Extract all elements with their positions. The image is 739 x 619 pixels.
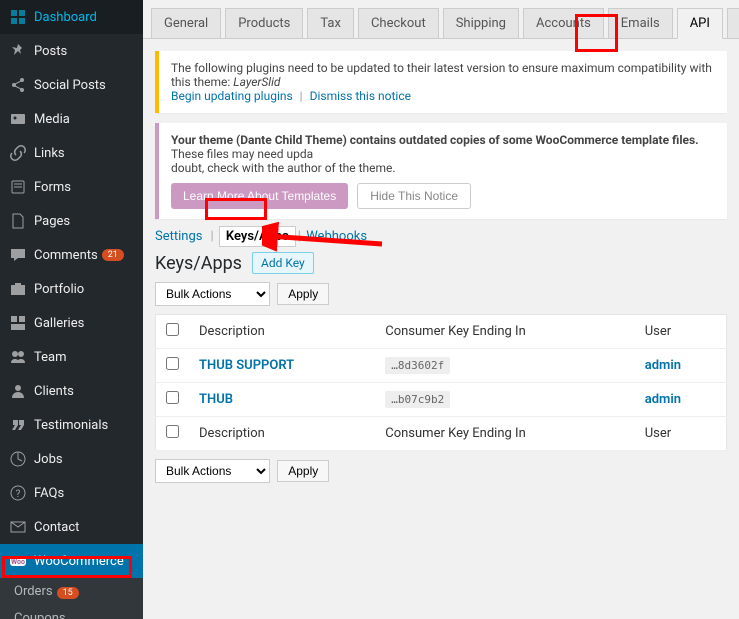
tab-general[interactable]: General [151, 8, 221, 38]
quote-icon [8, 415, 28, 435]
main-content: GeneralProductsTaxCheckoutShippingAccoun… [143, 0, 739, 619]
menu-comments[interactable]: Comments21 [0, 238, 143, 272]
col-description[interactable]: Description [189, 315, 375, 349]
page-icon [8, 211, 28, 231]
jobs-icon [8, 449, 28, 469]
highlight-api-tab [575, 14, 618, 52]
menu-galleries[interactable]: Galleries [0, 306, 143, 340]
tab-shipping[interactable]: Shipping [443, 8, 519, 38]
plugin-update-notice: The following plugins need to be updated… [155, 51, 727, 113]
menu-testimonials[interactable]: Testimonials [0, 408, 143, 442]
tab-tax[interactable]: Tax [307, 8, 354, 38]
menu-media[interactable]: Media [0, 102, 143, 136]
row-checkbox[interactable] [166, 357, 179, 370]
link-icon [8, 143, 28, 163]
menu-links[interactable]: Links [0, 136, 143, 170]
menu-posts[interactable]: Posts [0, 34, 143, 68]
apply-button-bottom[interactable]: Apply [277, 460, 329, 482]
bulk-actions-bottom: Bulk Actions Apply [155, 459, 727, 483]
clients-icon [8, 381, 28, 401]
comment-icon [8, 245, 28, 265]
menu-contact[interactable]: Contact [0, 510, 143, 544]
subtab-webhooks[interactable]: Webhooks [306, 229, 367, 244]
dashboard-icon [8, 7, 28, 27]
portfolio-icon [8, 279, 28, 299]
subtab-settings[interactable]: Settings [155, 229, 202, 244]
pin-icon [8, 41, 28, 61]
consumer-key-ending: …8d3602f [385, 357, 450, 374]
key-description-link[interactable]: THUB SUPPORT [199, 358, 294, 373]
key-description-link[interactable]: THUB [199, 392, 233, 407]
hide-notice-button[interactable]: Hide This Notice [357, 183, 471, 209]
apply-button[interactable]: Apply [277, 283, 329, 305]
menu-clients[interactable]: Clients [0, 374, 143, 408]
highlight-settings [2, 556, 132, 578]
contact-icon [8, 517, 28, 537]
add-key-button[interactable]: Add Key [252, 252, 314, 274]
subtab-keys-apps[interactable]: Keys/Apps [219, 226, 296, 247]
row-checkbox[interactable] [166, 391, 179, 404]
bulk-actions-top: Bulk Actions Apply [155, 282, 727, 306]
menu-pages[interactable]: Pages [0, 204, 143, 238]
team-icon [8, 347, 28, 367]
bulk-select[interactable]: Bulk Actions [155, 282, 270, 306]
menu-social-posts[interactable]: Social Posts [0, 68, 143, 102]
menu-portfolio[interactable]: Portfolio [0, 272, 143, 306]
select-all-checkbox[interactable] [166, 323, 179, 336]
notice-plugin: LayerSlid [233, 75, 280, 89]
tab-products[interactable]: Products [225, 8, 303, 38]
tab-api[interactable]: API [677, 8, 723, 39]
media-icon [8, 109, 28, 129]
svg-text:?: ? [16, 489, 21, 500]
submenu-orders[interactable]: Orders15 [0, 578, 143, 605]
table-row: THUB …b07c9b2 admin [156, 383, 727, 417]
select-all-checkbox-bottom[interactable] [166, 425, 179, 438]
menu-team[interactable]: Team [0, 340, 143, 374]
highlight-keys-apps [205, 198, 267, 220]
faq-icon: ? [8, 483, 28, 503]
sub-nav: Settings| Keys/Apps| Webhooks [155, 229, 727, 244]
table-row: THUB SUPPORT …8d3602f admin [156, 349, 727, 383]
col-user[interactable]: User [635, 315, 727, 349]
settings-tabs: GeneralProductsTaxCheckoutShippingAccoun… [143, 0, 739, 39]
forms-icon [8, 177, 28, 197]
dismiss-notice-link[interactable]: Dismiss this notice [310, 89, 411, 103]
col-consumer-key[interactable]: Consumer Key Ending In [375, 315, 635, 349]
menu-faqs[interactable]: ?FAQs [0, 476, 143, 510]
menu-dashboard[interactable]: Dashboard [0, 0, 143, 34]
share-icon [8, 75, 28, 95]
bulk-select-bottom[interactable]: Bulk Actions [155, 459, 270, 483]
submenu-coupons[interactable]: Coupons [0, 605, 143, 619]
consumer-key-ending: …b07c9b2 [385, 391, 450, 408]
gallery-icon [8, 313, 28, 333]
badge: 21 [102, 249, 124, 261]
page-title: Keys/Apps Add Key [155, 252, 727, 274]
keys-table: Description Consumer Key Ending In User … [155, 314, 727, 451]
tab-restrictions[interactable]: Restrictions [727, 8, 739, 38]
menu-forms[interactable]: Forms [0, 170, 143, 204]
begin-updating-link[interactable]: Begin updating plugins [171, 89, 293, 103]
menu-jobs[interactable]: Jobs [0, 442, 143, 476]
notice-bold: Your theme (Dante Child Theme) contains … [171, 133, 699, 147]
user-link[interactable]: admin [645, 392, 681, 407]
tab-checkout[interactable]: Checkout [358, 8, 439, 38]
user-link[interactable]: admin [645, 358, 681, 373]
admin-sidebar: DashboardPostsSocial PostsMediaLinksForm… [0, 0, 143, 619]
